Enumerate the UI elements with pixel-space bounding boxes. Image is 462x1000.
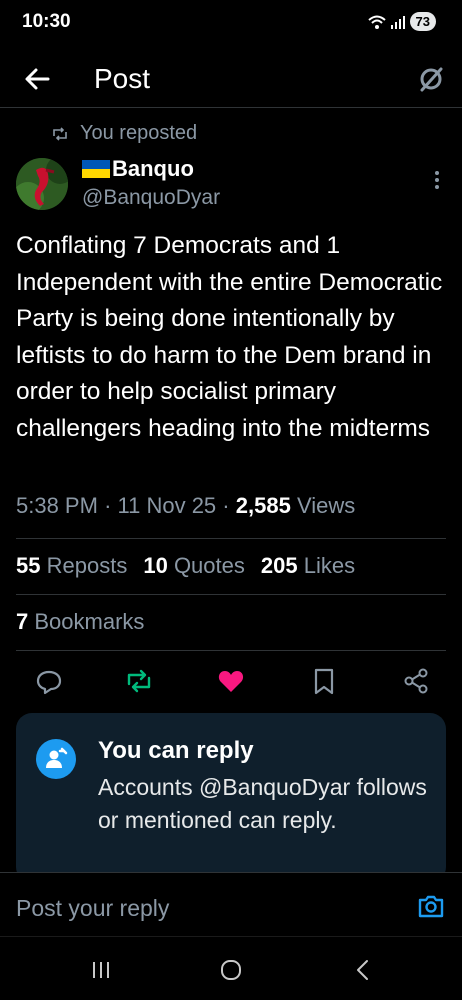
heart-icon (218, 671, 244, 692)
repost-icon (53, 126, 67, 141)
header: Post (0, 52, 462, 108)
bookmark-icon (314, 668, 334, 695)
reply-notice-title: You can reply (98, 737, 254, 764)
ukraine-flag-icon (82, 160, 110, 178)
engagement-stats: 55 Reposts 10 Quotes 205 Likes (16, 553, 355, 579)
camera-button[interactable] (416, 891, 446, 921)
quotes-count: 10 (143, 553, 168, 578)
views-count: 2,585 (235, 493, 291, 518)
likes-label: Likes (303, 553, 356, 578)
reposted-label: You reposted (52, 122, 197, 145)
system-nav-bar (0, 936, 462, 1000)
reposts-stat[interactable]: 55 Reposts (16, 553, 127, 579)
recent-apps-icon (93, 962, 109, 978)
post-time: 5:38 PM (16, 493, 98, 518)
likes-stat[interactable]: 205 Likes (261, 553, 355, 579)
avatar-image (16, 158, 68, 210)
signal-icon (390, 15, 405, 29)
home-button[interactable] (216, 955, 246, 985)
divider (16, 538, 446, 539)
bookmark-button[interactable] (309, 666, 339, 696)
share-icon (404, 668, 428, 694)
reply-restriction-notice: You can reply Accounts @BanquoDyar follo… (16, 713, 446, 883)
chevron-left-icon (357, 960, 368, 980)
reply-notice-description: Accounts @BanquoDyar follows or mentione… (98, 774, 427, 833)
author-info[interactable]: Banquo @BanquoDyar (82, 156, 220, 210)
bookmarks-count: 7 (16, 609, 29, 634)
user-mention-icon (46, 747, 68, 768)
back-button[interactable] (20, 62, 54, 96)
post-text: Conflating 7 Democrats and 1 Independent… (16, 232, 443, 442)
author-handle: @BanquoDyar (82, 186, 221, 209)
meta-separator: · (104, 493, 112, 518)
back-nav-button[interactable] (348, 955, 378, 985)
grok-button[interactable] (414, 62, 448, 96)
reposts-count: 55 (16, 553, 41, 578)
status-time: 10:30 (22, 11, 71, 32)
recent-apps-button[interactable] (86, 955, 116, 985)
action-bar (0, 666, 462, 700)
status-bar: 10:30 73 (0, 0, 462, 46)
avatar[interactable] (16, 158, 68, 210)
repost-button[interactable] (124, 666, 154, 696)
reply-button[interactable] (34, 666, 64, 696)
author-name: Banquo (112, 156, 194, 181)
reply-composer: Post your reply (0, 872, 462, 936)
home-icon (221, 960, 241, 980)
likes-count: 205 (260, 553, 298, 578)
camera-icon (418, 895, 444, 918)
wifi-icon (367, 15, 386, 29)
reposts-label: Reposts (46, 553, 128, 578)
more-options-button[interactable] (432, 170, 442, 190)
quotes-label: Quotes (173, 553, 245, 578)
divider (16, 650, 446, 651)
more-vertical-icon (435, 171, 439, 189)
status-icons: 73 (367, 12, 436, 31)
repost-icon (127, 669, 151, 693)
bookmarks-label: Bookmarks (34, 609, 145, 634)
reply-icon (36, 670, 62, 695)
reposted-text: You reposted (80, 122, 198, 144)
meta-separator: · (222, 493, 230, 518)
views-label: Views (296, 493, 356, 518)
bookmarks-stat[interactable]: 7 Bookmarks (16, 609, 144, 635)
battery-badge: 73 (409, 12, 436, 31)
reply-permission-icon (36, 739, 76, 779)
post-date: 11 Nov 25 (117, 493, 217, 518)
page-title: Post (94, 63, 151, 94)
grok-icon (420, 67, 443, 92)
post-meta: 5:38 PM · 11 Nov 25 · 2,585 Views (16, 493, 355, 519)
reply-input[interactable]: Post your reply (16, 895, 169, 922)
quotes-stat[interactable]: 10 Quotes (143, 553, 245, 579)
share-button[interactable] (401, 666, 431, 696)
arrow-left-icon (25, 68, 50, 90)
divider (16, 594, 446, 595)
like-button[interactable] (216, 666, 246, 696)
author-display-name[interactable]: Banquo (82, 156, 220, 182)
